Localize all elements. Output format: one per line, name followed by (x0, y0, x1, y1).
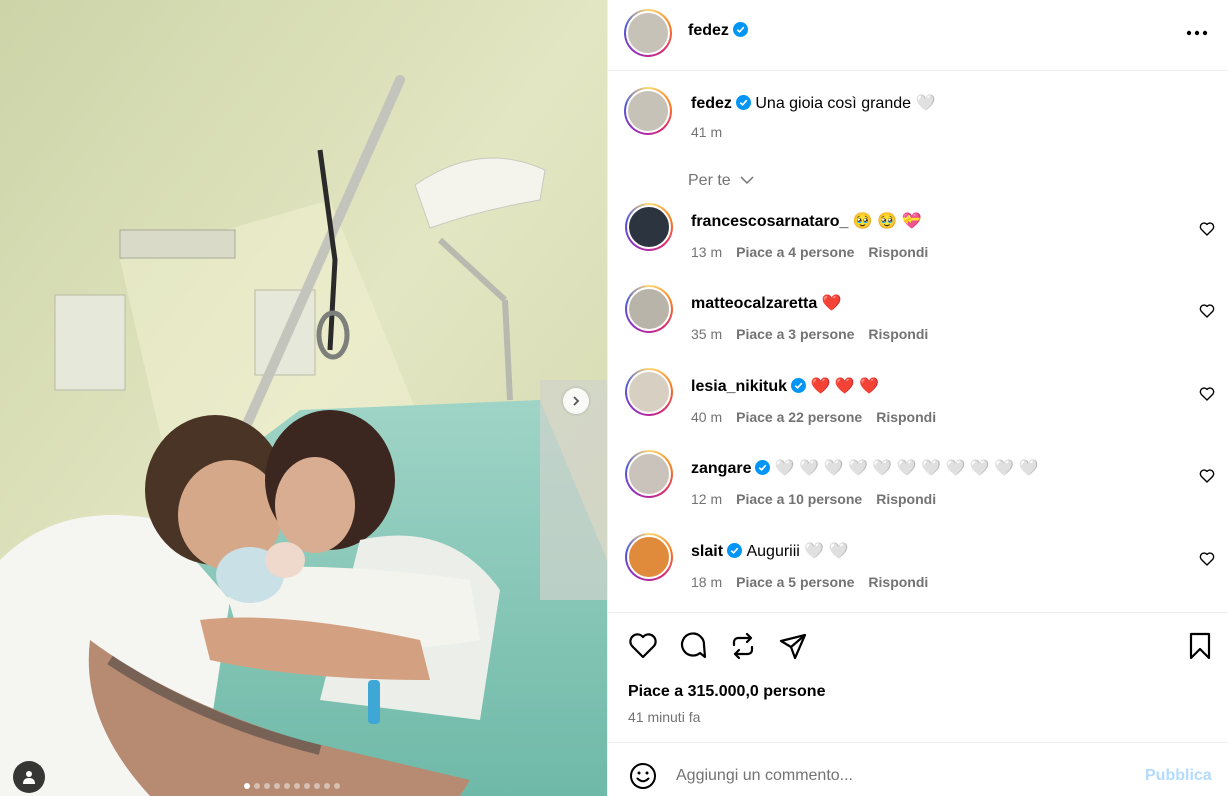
comment-input[interactable] (676, 763, 1116, 789)
verified-icon (732, 22, 748, 37)
reply-button[interactable]: Rispondi (876, 491, 936, 507)
comment-text: Auguriii 🤍 🤍 (746, 543, 849, 560)
author-avatar[interactable] (624, 9, 672, 57)
comment-meta: 12 m Piace a 10 persone Rispondi (691, 491, 950, 507)
comment-text: ❤️ ❤️ ❤️ (810, 378, 880, 395)
comment-likes[interactable]: Piace a 4 persone (736, 244, 854, 260)
comment-composer: Pubblica (608, 742, 1228, 796)
like-count[interactable]: Piace a 315.000,0 persone (628, 683, 825, 701)
comment-likes[interactable]: Piace a 10 persone (736, 491, 862, 507)
comment-meta: 40 m Piace a 22 persone Rispondi (691, 409, 950, 425)
post-actions: Piace a 315.000,0 persone 41 minuti fa (608, 612, 1228, 742)
comment-body: slait Auguriii 🤍 🤍 (691, 541, 849, 561)
carousel-indicator (244, 783, 340, 789)
verified-icon (735, 95, 751, 110)
reply-button[interactable]: Rispondi (868, 574, 928, 590)
comment-time: 35 m (691, 326, 723, 342)
chevron-right-icon (573, 396, 580, 406)
like-heart-icon[interactable] (628, 631, 658, 661)
comment-meta: 35 m Piace a 3 persone Rispondi (691, 326, 942, 342)
caption: fedez Una gioia così grande 🤍 (691, 93, 935, 113)
carousel-dot (314, 783, 320, 789)
commenter-avatar[interactable] (625, 533, 673, 581)
caption-avatar[interactable] (624, 87, 672, 135)
verified-icon (755, 460, 771, 475)
author-username[interactable]: fedez (688, 22, 729, 39)
post-photo (0, 0, 607, 796)
comment-row: matteocalzaretta ❤️ 35 m Piace a 3 persone… (608, 285, 1228, 365)
carousel-dot (304, 783, 310, 789)
comment-text: 🤍 🤍 🤍 🤍 🤍 🤍 🤍 🤍 🤍 🤍 🤍 (774, 460, 1039, 477)
caption-text: Una gioia così grande (755, 95, 912, 112)
share-repost-icon[interactable] (728, 631, 758, 661)
commenter-username[interactable]: lesia_nikituk (691, 378, 787, 395)
comment-like-heart-icon[interactable] (1199, 386, 1215, 402)
comment-time: 40 m (691, 409, 723, 425)
carousel-dot (244, 783, 250, 789)
comment-likes[interactable]: Piace a 5 persone (736, 574, 854, 590)
verified-icon (727, 543, 743, 558)
comment-row: zangare 🤍 🤍 🤍 🤍 🤍 🤍 🤍 🤍 🤍 🤍 🤍 12 m Piace a… (608, 450, 1228, 530)
comment-meta: 18 m Piace a 5 persone Rispondi (691, 574, 942, 590)
caption-emoji: 🤍 (915, 95, 936, 112)
comment-text: 🥹 🥹 💝 (852, 213, 922, 230)
comment-body: matteocalzaretta ❤️ (691, 293, 842, 313)
comment-sort-label: Per te (688, 172, 731, 189)
send-icon[interactable] (778, 631, 808, 661)
carousel-dot (274, 783, 280, 789)
save-icon[interactable] (1185, 631, 1215, 661)
publish-button[interactable]: Pubblica (1145, 767, 1212, 785)
caption-time: 41 m (691, 124, 723, 140)
comment-row: francescosarnataro_ 🥹 🥹 💝 13 m Piace a 4 p… (608, 203, 1228, 283)
commenter-username[interactable]: matteocalzaretta (691, 295, 817, 312)
carousel-dot (294, 783, 300, 789)
comment-like-heart-icon[interactable] (1199, 468, 1215, 484)
comment-likes[interactable]: Piace a 3 persone (736, 326, 854, 342)
carousel-dot (284, 783, 290, 789)
comment-row: lesia_nikituk ❤️ ❤️ ❤️ 40 m Piace a 22 per… (608, 368, 1228, 448)
comment-time: 13 m (691, 244, 723, 260)
commenter-avatar[interactable] (625, 203, 673, 251)
post-media[interactable] (0, 0, 607, 796)
commenter-username[interactable]: francescosarnataro_ (691, 213, 848, 230)
comment-body: francescosarnataro_ 🥹 🥹 💝 (691, 211, 922, 231)
commenter-avatar[interactable] (625, 450, 673, 498)
more-options-icon[interactable] (1184, 22, 1210, 44)
reply-button[interactable]: Rispondi (876, 409, 936, 425)
tagged-users-button[interactable] (13, 761, 45, 793)
comment-likes[interactable]: Piace a 22 persone (736, 409, 862, 425)
chevron-down-icon (740, 176, 754, 185)
comment-sort-dropdown[interactable]: Per te (688, 172, 755, 190)
carousel-dot (324, 783, 330, 789)
post-side-panel: fedez fedez Una gioia così grande 🤍 41 m… (607, 0, 1228, 796)
comment-text: ❤️ (821, 295, 842, 312)
commenter-username[interactable]: slait (691, 543, 723, 560)
carousel-next-button[interactable] (563, 388, 589, 414)
comment-row: slait Auguriii 🤍 🤍 18 m Piace a 5 persone R… (608, 533, 1228, 613)
carousel-dot (264, 783, 270, 789)
comment-time: 18 m (691, 574, 723, 590)
commenter-username[interactable]: zangare (691, 460, 751, 477)
verified-icon (791, 378, 807, 393)
comment-time: 12 m (691, 491, 723, 507)
user-tag-icon (23, 771, 35, 784)
caption-username[interactable]: fedez (691, 95, 732, 112)
emoji-icon[interactable] (628, 761, 658, 791)
comment-meta: 13 m Piace a 4 persone Rispondi (691, 244, 942, 260)
carousel-dot (254, 783, 260, 789)
comment-like-heart-icon[interactable] (1199, 551, 1215, 567)
post-timestamp[interactable]: 41 minuti fa (628, 709, 700, 725)
comment-body: zangare 🤍 🤍 🤍 🤍 🤍 🤍 🤍 🤍 🤍 🤍 🤍 (691, 458, 1039, 478)
comment-icon[interactable] (678, 631, 708, 661)
post-header: fedez (608, 0, 1228, 71)
comment-like-heart-icon[interactable] (1199, 221, 1215, 237)
commenter-avatar[interactable] (625, 368, 673, 416)
reply-button[interactable]: Rispondi (868, 244, 928, 260)
reply-button[interactable]: Rispondi (868, 326, 928, 342)
commenter-avatar[interactable] (625, 285, 673, 333)
comment-body: lesia_nikituk ❤️ ❤️ ❤️ (691, 376, 879, 396)
carousel-dot (334, 783, 340, 789)
comment-like-heart-icon[interactable] (1199, 303, 1215, 319)
